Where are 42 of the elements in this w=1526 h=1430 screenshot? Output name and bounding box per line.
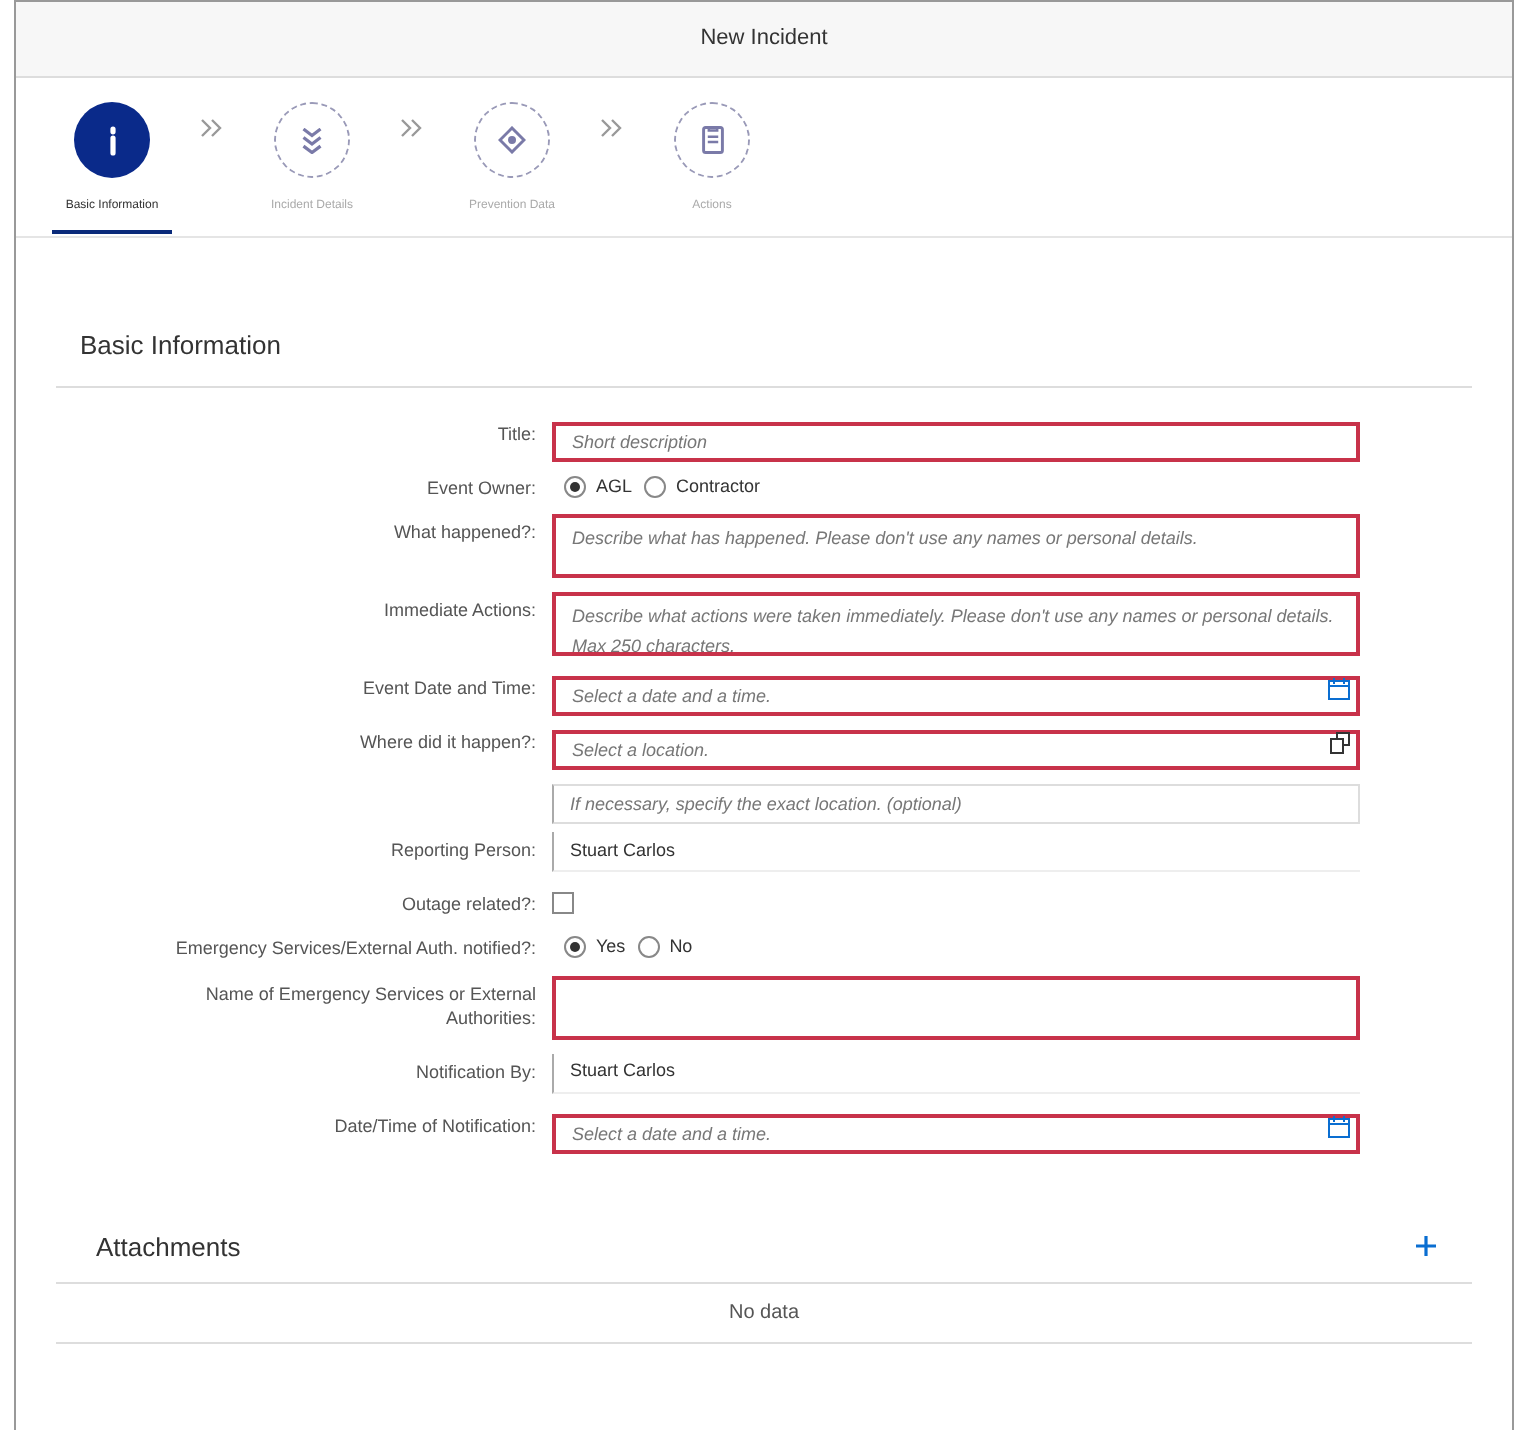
field-label: Date/Time of Notification: [334, 1113, 536, 1137]
checkbox[interactable] [552, 892, 574, 914]
text-area-field[interactable] [552, 975, 1360, 1039]
plus-icon [1416, 1236, 1436, 1257]
field-label: Reporting Person: [390, 838, 536, 862]
read-only-field: Stuart Carlos [552, 832, 1360, 872]
field-label: Notification By: [415, 1059, 536, 1083]
field-label: Title: [497, 421, 536, 445]
window-title: New Incident [16, 2, 1512, 78]
chevrons-icon [302, 127, 322, 153]
separator-icon [400, 118, 424, 138]
read-only-field: Stuart Carlos [552, 1053, 1360, 1093]
diamond-icon [498, 126, 526, 154]
field-label: Name of Emergency Services or External Authorities: [203, 981, 536, 1029]
separator-icon [600, 118, 624, 138]
input-field[interactable]: Short description [552, 421, 1360, 461]
radio-option[interactable]: AGL [564, 473, 633, 500]
date-field[interactable]: Select a date and a time. [552, 676, 1360, 716]
radio-option[interactable]: Yes [564, 934, 626, 961]
calendar-icon [1328, 678, 1350, 700]
add-button[interactable] [1412, 1232, 1440, 1261]
date-field[interactable]: Select a date and a time. [552, 1113, 1360, 1153]
field-label: Event Date and Time: [362, 676, 536, 700]
field-label: Immediate Actions: [383, 598, 536, 622]
value-help-icon [1330, 732, 1350, 754]
field-label: What happened?: [393, 520, 536, 544]
calendar-icon [1328, 1115, 1350, 1137]
section-title: Basic Information [56, 326, 1472, 387]
field-label: Emergency Services/External Auth. notified?: [175, 936, 536, 960]
clipboard-icon [701, 126, 723, 154]
radio-option[interactable]: Contractor [644, 473, 761, 500]
empty-message: No data [728, 1300, 800, 1328]
field-label: Where did it happen?: [359, 730, 536, 754]
separator-icon [200, 118, 224, 138]
radio-option[interactable]: No [637, 934, 693, 961]
info-icon [107, 125, 117, 155]
field-label: Outage related?: [401, 892, 536, 916]
section-title: Attachments [96, 1229, 241, 1265]
field-label: Event Owner: [426, 475, 536, 499]
text-area-field[interactable]: Describe what has happened. Please don't use any names or personal details. [552, 514, 1360, 578]
location-field[interactable]: Select a location. [552, 730, 1360, 770]
text-area-field[interactable]: Describe what actions were taken immediately. Please don't use any names or personal details. Max 250 characters. [552, 592, 1360, 656]
